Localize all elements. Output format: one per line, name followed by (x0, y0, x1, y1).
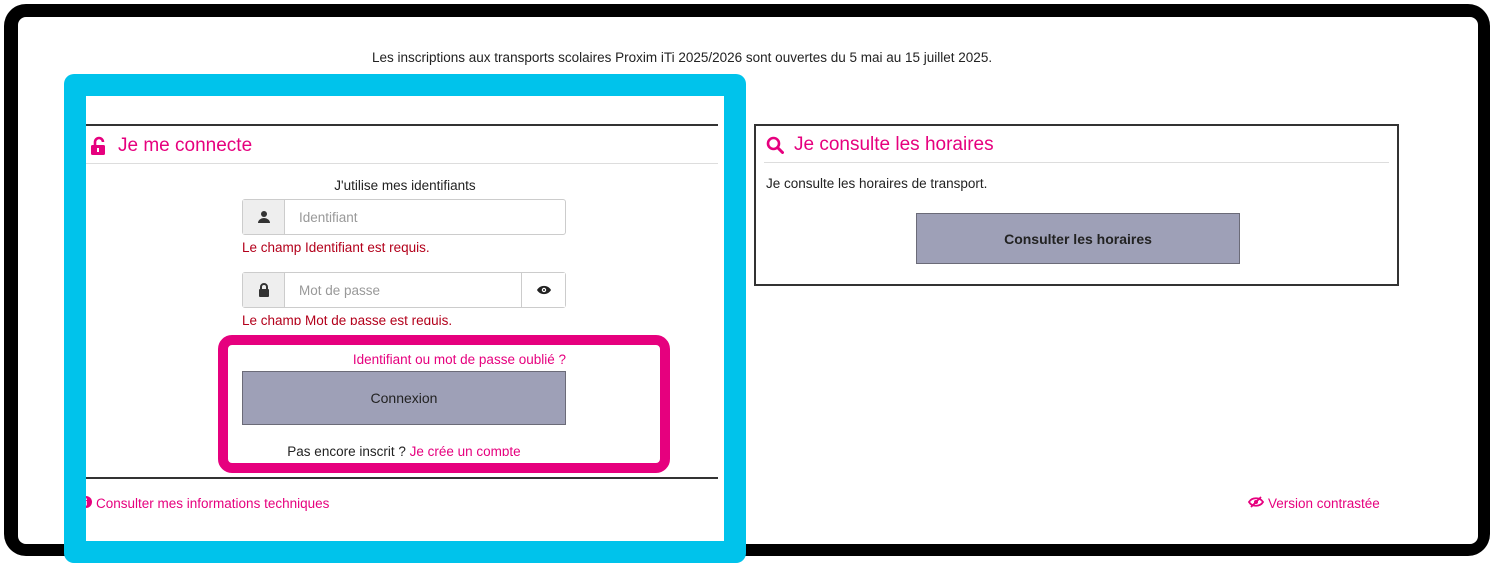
login-button-label: Connexion (370, 390, 438, 406)
signup-link[interactable]: Je crée un compte (410, 444, 521, 456)
contrast-version-link[interactable]: Version contrastée (1247, 496, 1380, 511)
contrast-version-label: Version contrastée (1268, 496, 1380, 511)
timetable-panel: Je consulte les horaires Je consulte les… (754, 124, 1399, 286)
eye-icon[interactable] (521, 273, 565, 307)
timetable-title-text: Je consulte les horaires (794, 134, 994, 155)
login-title: Je me connecte (90, 135, 252, 157)
username-field[interactable]: Identifiant (242, 199, 566, 235)
lock-icon (243, 273, 285, 307)
eye-slash-icon (1247, 496, 1265, 511)
announcement-banner: Les inscriptions aux transports scolaire… (372, 50, 993, 65)
username-input[interactable]: Identifiant (285, 200, 565, 234)
title-divider (86, 163, 718, 164)
login-subtitle: J'utilise mes identifiants (334, 178, 476, 193)
signup-line: Pas encore inscrit ? Je crée un compte (242, 444, 566, 456)
password-error: Le champ Mot de passe est requis. (242, 313, 453, 325)
search-icon (766, 136, 784, 154)
timetable-description: Je consulte les horaires de transport. (766, 176, 988, 191)
password-input[interactable]: Mot de passe (285, 273, 521, 307)
login-title-text: Je me connecte (118, 135, 253, 156)
technical-info-label: Consulter mes informations techniques (96, 496, 330, 511)
user-icon (243, 200, 285, 234)
technical-info-link[interactable]: Consulter mes informations techniques (80, 496, 329, 511)
password-field[interactable]: Mot de passe (242, 272, 566, 308)
login-panel: Je me connecte J'utilise mes identifiant… (78, 124, 718, 479)
login-button[interactable]: Connexion (242, 371, 566, 425)
view-timetable-button[interactable]: Consulter les horaires (916, 213, 1240, 264)
title-divider (764, 162, 1389, 163)
username-error: Le champ Identifiant est requis. (242, 240, 430, 255)
forgot-credentials-link[interactable]: Identifiant ou mot de passe oublié ? (326, 352, 566, 367)
timetable-title: Je consulte les horaires (766, 134, 994, 156)
signup-prompt: Pas encore inscrit ? (287, 444, 406, 456)
view-timetable-label: Consulter les horaires (1004, 230, 1152, 247)
info-icon (80, 496, 92, 511)
unlock-icon (90, 136, 108, 156)
